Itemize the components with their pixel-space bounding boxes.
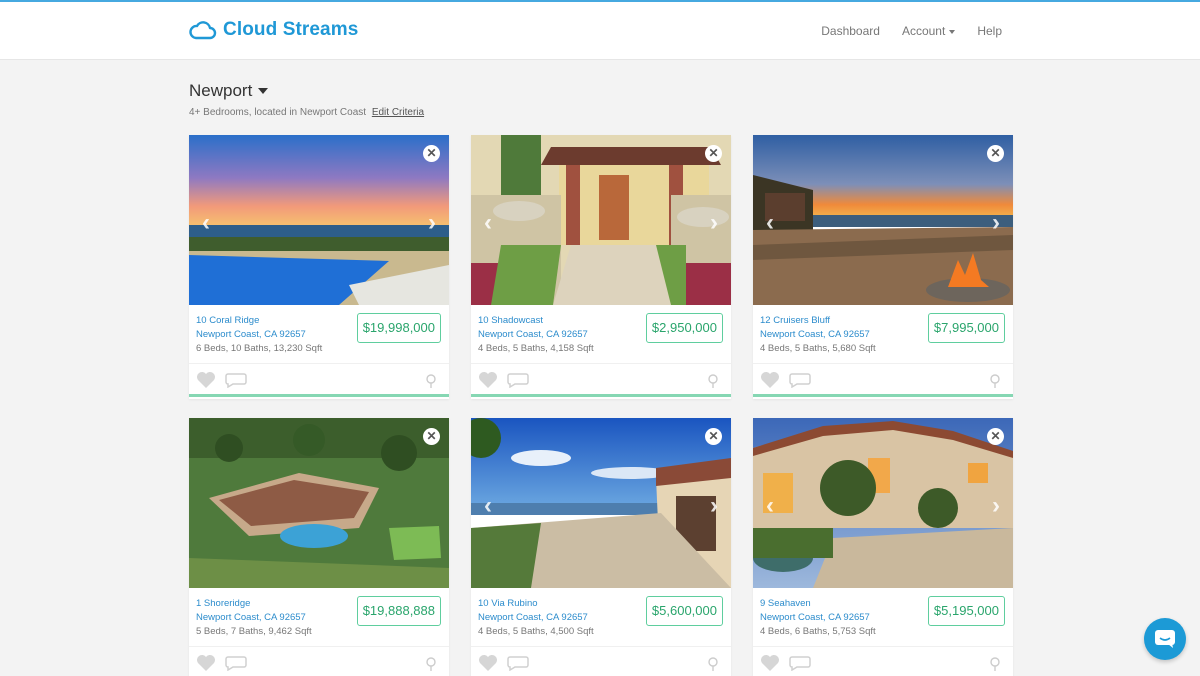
listing-photo[interactable]: ‹ › ✕ — [189, 135, 449, 305]
listing-actions — [753, 646, 1013, 676]
price-badge: $5,600,000 — [645, 596, 723, 626]
chat-launcher-button[interactable] — [1144, 618, 1186, 660]
close-icon[interactable]: ✕ — [705, 145, 722, 162]
next-photo-icon[interactable]: › — [992, 492, 1000, 520]
heart-icon[interactable] — [760, 654, 780, 672]
listing-photo[interactable]: ‹ › ✕ — [753, 135, 1013, 305]
heart-icon[interactable] — [196, 654, 216, 672]
map-pin-icon[interactable] — [708, 374, 718, 388]
main-nav: Dashboard Account Help — [821, 24, 1002, 38]
comment-icon[interactable] — [225, 372, 247, 388]
nav-dashboard[interactable]: Dashboard — [821, 24, 880, 38]
chevron-down-icon — [258, 88, 269, 94]
prev-photo-icon[interactable]: ‹ — [484, 209, 492, 237]
close-icon[interactable]: ✕ — [423, 428, 440, 445]
listing-info: 10 Shadowcast Newport Coast, CA 92657 4 … — [471, 305, 731, 363]
nav-account[interactable]: Account — [901, 24, 956, 38]
nav-help[interactable]: Help — [977, 24, 1002, 38]
listing-info: 10 Via Rubino Newport Coast, CA 92657 4 … — [471, 588, 731, 646]
chevron-down-icon — [949, 29, 956, 34]
top-navbar: Cloud Streams Dashboard Account Help — [0, 2, 1200, 60]
listing-info: 1 Shoreridge Newport Coast, CA 92657 5 B… — [189, 588, 449, 646]
listing-card[interactable]: ✕ 1 Shoreridge Newport Coast, CA 92657 5… — [189, 418, 449, 676]
price-badge: $19,998,000 — [356, 313, 441, 343]
search-criteria: 4+ Bedrooms, located in Newport Coast Ed… — [189, 107, 424, 118]
cloud-icon — [189, 21, 217, 40]
listing-actions — [471, 363, 731, 397]
edit-criteria-link[interactable]: Edit Criteria — [372, 107, 424, 118]
listing-details: 4 Beds, 5 Baths, 4,158 Sqft — [478, 343, 594, 354]
listing-details: 4 Beds, 5 Baths, 5,680 Sqft — [760, 343, 876, 354]
price-badge: $5,195,000 — [927, 596, 1005, 626]
prev-photo-icon[interactable]: ‹ — [202, 209, 210, 237]
close-icon[interactable]: ✕ — [987, 145, 1004, 162]
search-heading: Newport 4+ Bedrooms, located in Newport … — [189, 81, 424, 118]
price-badge: $2,950,000 — [645, 313, 723, 343]
map-pin-icon[interactable] — [708, 657, 718, 671]
heart-icon[interactable] — [478, 654, 498, 672]
listing-card[interactable]: ‹ › ✕ 10 Coral Ridge Newport Coast, CA 9… — [189, 135, 449, 399]
listing-card[interactable]: ‹ › ✕ 10 Via Rubino Newport Coast, CA 92… — [471, 418, 731, 676]
villa-dusk-image — [753, 418, 1013, 588]
listing-photo[interactable]: ‹ › ✕ — [753, 418, 1013, 588]
prev-photo-icon[interactable]: ‹ — [766, 492, 774, 520]
price-badge: $7,995,000 — [927, 313, 1005, 343]
next-photo-icon[interactable]: › — [710, 209, 718, 237]
listing-details: 5 Beds, 7 Baths, 9,462 Sqft — [196, 626, 312, 637]
listing-details: 4 Beds, 5 Baths, 4,500 Sqft — [478, 626, 594, 637]
pool-sunset-image — [189, 135, 449, 305]
listing-card[interactable]: ‹ › ✕ 10 Shadowcast Newport Coast, CA 92… — [471, 135, 731, 399]
nav-account-label: Account — [901, 24, 946, 38]
listing-info: 9 Seahaven Newport Coast, CA 92657 4 Bed… — [753, 588, 1013, 646]
listing-details: 4 Beds, 6 Baths, 5,753 Sqft — [760, 626, 876, 637]
listing-photo[interactable]: ✕ — [189, 418, 449, 588]
comment-icon[interactable] — [225, 655, 247, 671]
map-pin-icon[interactable] — [426, 374, 436, 388]
search-title-dropdown[interactable]: Newport — [189, 81, 424, 101]
close-icon[interactable]: ✕ — [987, 428, 1004, 445]
listing-card[interactable]: ‹ › ✕ 9 Seahaven Newport Coast, CA 92657… — [753, 418, 1013, 676]
brand-logo[interactable]: Cloud Streams — [189, 19, 358, 41]
heart-icon[interactable] — [478, 371, 498, 389]
patio-firepit-image — [753, 135, 1013, 305]
comment-icon[interactable] — [789, 655, 811, 671]
listing-photo[interactable]: ‹ › ✕ — [471, 135, 731, 305]
chat-icon — [1155, 630, 1175, 648]
listing-grid: ‹ › ✕ 10 Coral Ridge Newport Coast, CA 9… — [189, 135, 1013, 676]
listing-actions — [189, 363, 449, 397]
card-bottom-bar — [189, 394, 449, 397]
card-bottom-bar — [753, 394, 1013, 397]
listing-photo[interactable]: ‹ › ✕ — [471, 418, 731, 588]
page-title: Newport — [189, 81, 253, 100]
map-pin-icon[interactable] — [990, 657, 1000, 671]
next-photo-icon[interactable]: › — [992, 209, 1000, 237]
comment-icon[interactable] — [789, 372, 811, 388]
heart-icon[interactable] — [760, 371, 780, 389]
front-entry-image — [471, 135, 731, 305]
listing-actions — [189, 646, 449, 676]
listing-actions — [753, 363, 1013, 397]
brand-name: Cloud Streams — [223, 19, 359, 40]
listing-info: 10 Coral Ridge Newport Coast, CA 92657 6… — [189, 305, 449, 363]
comment-icon[interactable] — [507, 372, 529, 388]
ocean-terrace-image — [471, 418, 731, 588]
next-photo-icon[interactable]: › — [428, 209, 436, 237]
map-pin-icon[interactable] — [426, 657, 436, 671]
map-pin-icon[interactable] — [990, 374, 1000, 388]
listing-info: 12 Cruisers Bluff Newport Coast, CA 9265… — [753, 305, 1013, 363]
prev-photo-icon[interactable]: ‹ — [766, 209, 774, 237]
close-icon[interactable]: ✕ — [705, 428, 722, 445]
listing-card[interactable]: ‹ › ✕ 12 Cruisers Bluff Newport Coast, C… — [753, 135, 1013, 399]
card-bottom-bar — [471, 394, 731, 397]
next-photo-icon[interactable]: › — [710, 492, 718, 520]
price-badge: $19,888,888 — [356, 596, 441, 626]
listing-details: 6 Beds, 10 Baths, 13,230 Sqft — [196, 343, 323, 354]
aerial-estate-image — [189, 418, 449, 588]
comment-icon[interactable] — [507, 655, 529, 671]
criteria-text: 4+ Bedrooms, located in Newport Coast — [189, 107, 367, 118]
prev-photo-icon[interactable]: ‹ — [484, 492, 492, 520]
listing-actions — [471, 646, 731, 676]
heart-icon[interactable] — [196, 371, 216, 389]
close-icon[interactable]: ✕ — [423, 145, 440, 162]
